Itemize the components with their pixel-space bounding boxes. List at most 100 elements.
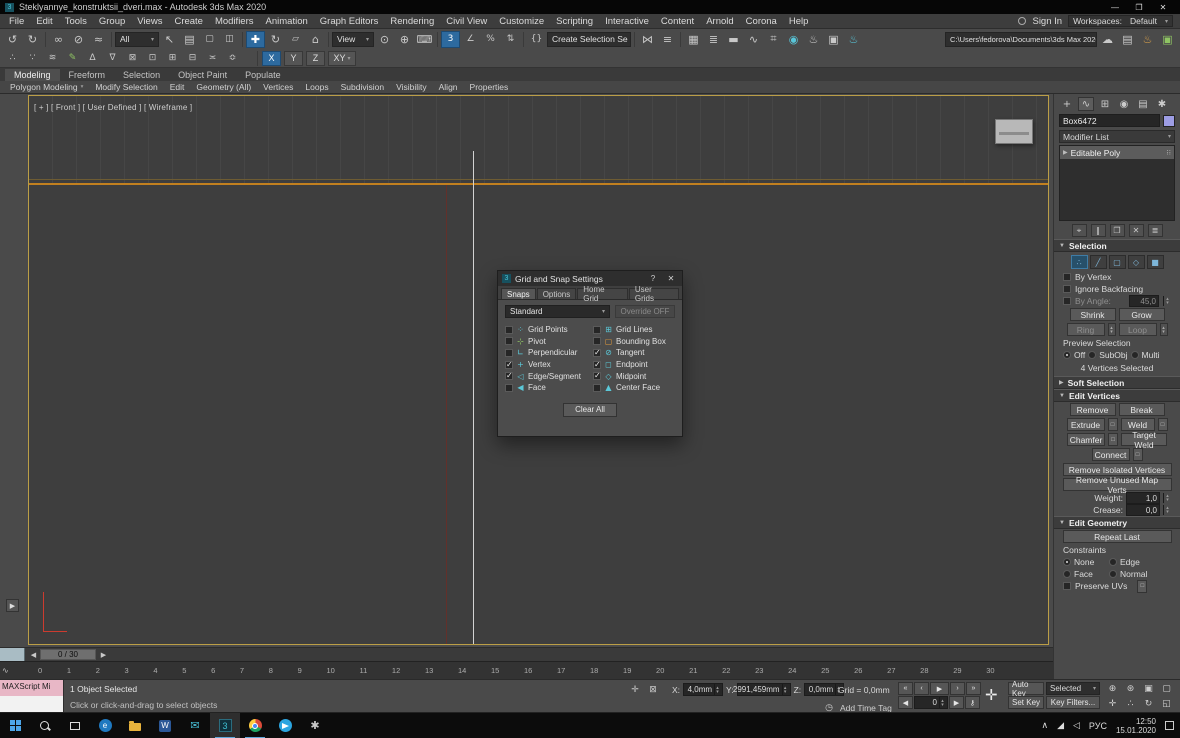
tab-populate[interactable]: Populate	[236, 69, 290, 81]
constraint-face-radio[interactable]	[1063, 570, 1071, 578]
dialog-tab-snaps[interactable]: Snaps	[501, 288, 536, 299]
dialog-tab-home-grid[interactable]: Home Grid	[577, 288, 628, 299]
center-face-checkbox[interactable]	[593, 384, 601, 392]
scene-explorer-icon[interactable]	[684, 31, 703, 48]
menu-corona[interactable]: Corona	[740, 14, 783, 28]
spinner-icon[interactable]	[782, 684, 790, 695]
show-end-result-icon[interactable]	[1091, 224, 1106, 237]
ignore-backfacing-checkbox[interactable]	[1063, 285, 1071, 293]
menu-rendering[interactable]: Rendering	[384, 14, 440, 28]
menu-modifiers[interactable]: Modifiers	[209, 14, 260, 28]
subobject-border-icon[interactable]	[1109, 255, 1126, 269]
menu-civil-view[interactable]: Civil View	[440, 14, 493, 28]
menu-edit[interactable]: Edit	[30, 14, 58, 28]
select-rotate-icon[interactable]	[266, 31, 285, 48]
current-frame-field[interactable]: 0	[914, 696, 948, 709]
tangent-checkbox[interactable]	[593, 349, 601, 357]
taskbar-clock[interactable]: 12:50 15.01.2020	[1116, 717, 1156, 735]
percent-snap-icon[interactable]	[481, 31, 500, 48]
ring-spinner[interactable]	[1108, 323, 1116, 336]
toolbar2-icon[interactable]	[223, 50, 242, 67]
vertex-checkbox[interactable]	[505, 361, 513, 369]
rollout-selection[interactable]: Selection	[1054, 239, 1180, 252]
dialog-tab-options[interactable]: Options	[537, 288, 577, 299]
constraint-normal-radio[interactable]	[1109, 570, 1117, 578]
key-mode-dropdown[interactable]: Selected	[1046, 682, 1100, 695]
start-button[interactable]	[0, 713, 30, 738]
use-pivot-center-icon[interactable]	[375, 31, 394, 48]
menu-views[interactable]: Views	[131, 14, 168, 28]
preview-off-radio[interactable]	[1063, 351, 1071, 359]
ring-button[interactable]: Ring	[1067, 323, 1105, 336]
weight-field[interactable]: 1,0	[1126, 492, 1160, 504]
loop-spinner[interactable]	[1160, 323, 1168, 336]
object-name-field[interactable]: Box6472	[1059, 114, 1160, 127]
key-mode-toggle-icon[interactable]	[965, 696, 980, 709]
task-view-button[interactable]	[60, 713, 90, 738]
angle-snap-icon[interactable]	[461, 31, 480, 48]
stack-item-editable-poly[interactable]: Editable Poly	[1060, 146, 1174, 159]
dialog-tab-user-grids[interactable]: User Grids	[629, 288, 679, 299]
minimize-icon[interactable]	[1103, 0, 1127, 14]
menu-help[interactable]: Help	[783, 14, 815, 28]
rollout-soft-selection[interactable]: Soft Selection	[1054, 376, 1180, 389]
viewport-label[interactable]: [ + ] [ Front ] [ User Defined ] [ Wiref…	[34, 103, 192, 112]
render-production-icon[interactable]	[844, 31, 863, 48]
snap-option-center-face[interactable]: ▲Center Face	[593, 382, 675, 394]
panel-properties[interactable]: Properties	[464, 82, 515, 92]
notification-center-icon[interactable]	[1165, 721, 1174, 730]
expand-arrow-icon[interactable]	[1063, 149, 1068, 156]
key-back-icon[interactable]	[898, 696, 913, 709]
render-setup-icon[interactable]	[804, 31, 823, 48]
layer-explorer-icon[interactable]	[704, 31, 723, 48]
toolbar2-icon[interactable]	[123, 50, 142, 67]
command-tab-motion-icon[interactable]	[1116, 97, 1132, 111]
quick-render-icon[interactable]	[1138, 31, 1157, 48]
preview-multi-radio[interactable]	[1131, 351, 1139, 359]
panel-modify-selection[interactable]: Modify Selection	[89, 82, 163, 92]
next-frame-icon[interactable]	[98, 649, 109, 660]
chrome-taskbar-button[interactable]	[240, 713, 270, 738]
toolbar2-icon[interactable]	[3, 50, 22, 67]
zoom-extents-icon[interactable]	[1140, 682, 1157, 696]
menu-create[interactable]: Create	[168, 14, 209, 28]
cloud-render-icon[interactable]	[1098, 31, 1117, 48]
spinner-icon[interactable]	[1163, 505, 1171, 515]
close-icon[interactable]	[1151, 0, 1175, 14]
menu-tools[interactable]: Tools	[59, 14, 93, 28]
tab-modeling[interactable]: Modeling	[5, 69, 60, 81]
previous-frame-icon[interactable]	[914, 682, 929, 695]
break-button[interactable]: Break	[1119, 403, 1165, 416]
grid-lines-checkbox[interactable]	[593, 326, 601, 334]
preserve-uvs-checkbox[interactable]	[1063, 582, 1071, 590]
panel-polygon-modeling[interactable]: Polygon Modeling	[4, 82, 89, 92]
keyboard-override-icon[interactable]	[415, 31, 434, 48]
word-button[interactable]	[150, 713, 180, 738]
align-icon[interactable]	[658, 31, 677, 48]
panel-loops[interactable]: Loops	[299, 82, 334, 92]
grid-snap-settings-dialog[interactable]: Grid and Snap Settings Snaps Options Hom…	[497, 270, 683, 437]
previous-frame-icon[interactable]	[28, 649, 39, 660]
subobject-element-icon[interactable]	[1147, 255, 1164, 269]
menu-arnold[interactable]: Arnold	[700, 14, 739, 28]
perpendicular-checkbox[interactable]	[505, 349, 513, 357]
toolbar2-icon[interactable]	[23, 50, 42, 67]
key-filters-button[interactable]: Key Filters...	[1046, 696, 1100, 709]
remove-modifier-icon[interactable]	[1129, 224, 1144, 237]
tab-selection[interactable]: Selection	[114, 69, 169, 81]
snap-option-face[interactable]: ◀Face	[505, 382, 587, 394]
menu-content[interactable]: Content	[655, 14, 700, 28]
language-indicator[interactable]: РУС	[1089, 721, 1107, 731]
selection-lock-toggle-icon[interactable]	[646, 683, 660, 696]
render-gallery-icon[interactable]	[1118, 31, 1137, 48]
telegram-button[interactable]	[270, 713, 300, 738]
reference-coordinate-dropdown[interactable]: View	[332, 32, 374, 47]
snap-option-midpoint[interactable]: ◇Midpoint	[593, 370, 675, 382]
bounding-box-checkbox[interactable]	[593, 337, 601, 345]
zoom-region-icon[interactable]	[1158, 682, 1175, 696]
select-scale-icon[interactable]	[286, 31, 305, 48]
zoom-icon[interactable]	[1104, 682, 1121, 696]
snap-option-endpoint[interactable]: ◻Endpoint	[593, 359, 675, 371]
tab-freeform[interactable]: Freeform	[60, 69, 115, 81]
key-forward-icon[interactable]	[949, 696, 964, 709]
